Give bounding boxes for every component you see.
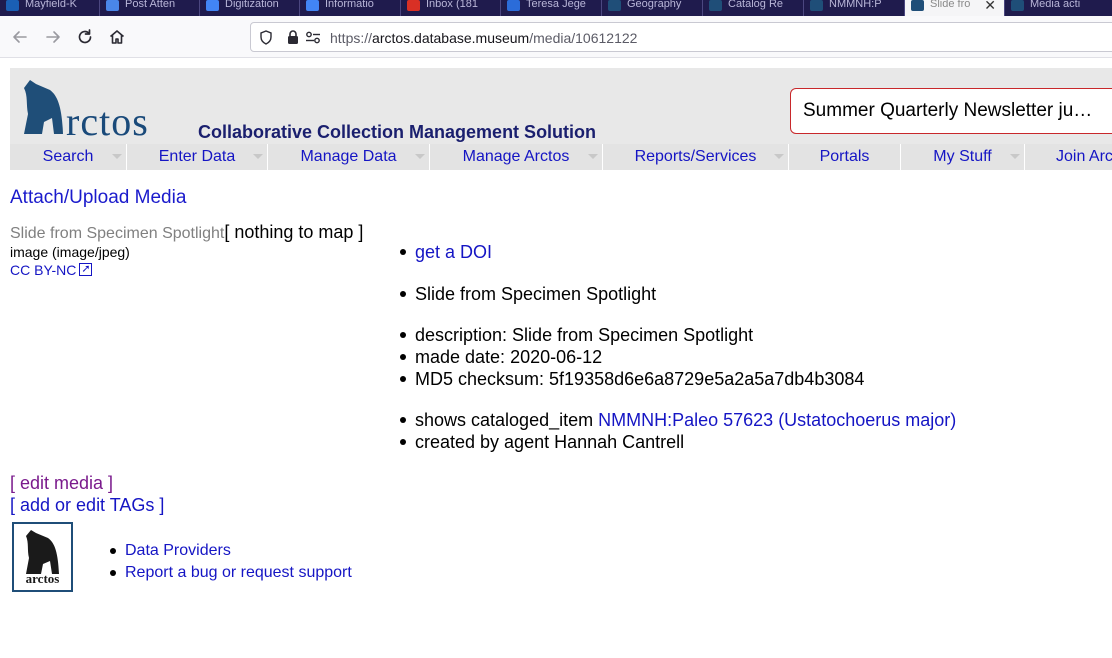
list-item: MD5 checksum: 5f19358d6e6a8729e5a2a5a7db… [395,368,864,390]
cataloged-item-link[interactable]: NMMNH:Paleo 57623 (Ustatochoerus major) [598,410,956,430]
site-header: rctos Collaborative Collection Managemen… [10,68,1112,144]
browser-tab[interactable]: Digitization [200,0,300,16]
tab-favicon-icon [608,0,621,11]
menu-join-arctos[interactable]: Join Arc [1025,144,1112,170]
menu-reports-services[interactable]: Reports/Services [603,144,789,170]
media-title: Slide from Specimen Spotlight[ nothing t… [10,222,363,244]
external-link-icon [79,261,93,277]
lock-icon[interactable] [287,30,299,45]
get-doi-link[interactable]: get a DOI [415,242,492,262]
menu-portals[interactable]: Portals [789,144,901,170]
reload-icon [78,29,92,44]
site-tagline: Collaborative Collection Management Solu… [198,122,597,142]
report-bug-link[interactable]: Report a bug or request support [107,562,352,584]
back-button[interactable] [7,24,33,50]
browser-navigation-bar: https://arctos.database.museum/media/106… [0,16,1112,58]
doi-list: get a DOI [395,241,492,263]
attach-upload-media-link[interactable]: Attach/Upload Media [10,187,186,209]
browser-tab[interactable]: Catalog Re [703,0,804,16]
close-tab-icon[interactable]: ✕ [984,0,996,12]
list-item: created by agent Hannah Cantrell [395,431,956,453]
browser-tab[interactable]: Post Atten [100,0,200,16]
arctos-logo[interactable]: rctos [14,74,164,142]
edit-tags-link[interactable]: [ add or edit TAGs ] [10,494,164,516]
browser-tab[interactable]: Geography [602,0,703,16]
menu-search[interactable]: Search [10,144,127,170]
permissions-icon[interactable] [305,30,321,45]
tab-favicon-icon [106,0,119,11]
dropdown-caret-icon [415,154,425,159]
tab-favicon-icon [306,0,319,11]
attributes-list: description: Slide from Specimen Spotlig… [395,324,864,390]
footer-arctos-logo[interactable]: arctos [12,522,73,592]
relationships-list: shows cataloged_item NMMNH:Paleo 57623 (… [395,409,956,453]
tab-favicon-icon [507,0,520,11]
back-arrow-icon [13,31,27,43]
menu-enter-data[interactable]: Enter Data [127,144,268,170]
browser-tab-strip: Mayfield-K Post Atten Digitization Infor… [0,0,1112,16]
shield-icon[interactable] [259,30,273,45]
browser-tab[interactable]: NMMNH:P [804,0,905,16]
tab-favicon-icon [1011,0,1024,11]
menu-manage-data[interactable]: Manage Data [268,144,430,170]
dropdown-caret-icon [253,154,263,159]
list-item: Slide from Specimen Spotlight [395,283,656,305]
browser-tab[interactable]: Mayfield-K [0,0,100,16]
list-item: get a DOI [395,241,492,263]
license-link[interactable]: CC BY-NC [10,261,93,278]
dropdown-caret-icon [774,154,784,159]
newsletter-banner[interactable]: Summer Quarterly Newsletter ju… [790,88,1112,134]
footer-links: Data Providers Report a bug or request s… [107,540,352,584]
edit-media-link[interactable]: [ edit media ] [10,472,113,494]
browser-tab[interactable]: Inbox (181 [401,0,501,16]
logo-text: rctos [66,99,149,144]
label-list: Slide from Specimen Spotlight [395,283,656,305]
browser-tab[interactable]: Teresa Jege [501,0,602,16]
nothing-to-map-text: [ nothing to map ] [224,222,364,242]
tab-favicon-icon [810,0,823,11]
list-item: description: Slide from Specimen Spotlig… [395,324,864,346]
tab-favicon-icon [407,0,420,11]
dropdown-caret-icon [588,154,598,159]
tab-favicon-icon [6,0,19,11]
reload-button[interactable] [72,24,98,50]
bear-logo-icon [24,80,63,134]
menu-manage-arctos[interactable]: Manage Arctos [430,144,603,170]
tab-favicon-icon [911,0,924,11]
home-icon [109,30,125,44]
dropdown-caret-icon [112,154,122,159]
browser-tab[interactable]: Media acti [1005,0,1112,16]
url-bar[interactable]: https://arctos.database.museum/media/106… [250,22,1112,52]
bear-logo-icon [26,530,59,574]
browser-tab-active[interactable]: Slide fro ✕ [905,0,1005,16]
footer-logo-text: arctos [25,571,60,586]
home-button[interactable] [104,24,130,50]
list-item: shows cataloged_item NMMNH:Paleo 57623 (… [395,409,956,431]
tab-favicon-icon [709,0,722,11]
dropdown-caret-icon [1010,154,1020,159]
browser-tab[interactable]: Informatio [300,0,401,16]
forward-button[interactable] [40,24,66,50]
media-title-text: Slide from Specimen Spotlight [10,225,225,242]
main-menu: Search Enter Data Manage Data Manage Arc… [10,144,1112,170]
menu-my-stuff[interactable]: My Stuff [901,144,1025,170]
list-item: made date: 2020-06-12 [395,346,864,368]
tab-favicon-icon [206,0,219,11]
data-providers-link[interactable]: Data Providers [107,540,352,562]
url-text[interactable]: https://arctos.database.museum/media/106… [330,30,637,46]
forward-arrow-icon [46,31,60,43]
media-mime-type: image (image/jpeg) [10,244,130,260]
